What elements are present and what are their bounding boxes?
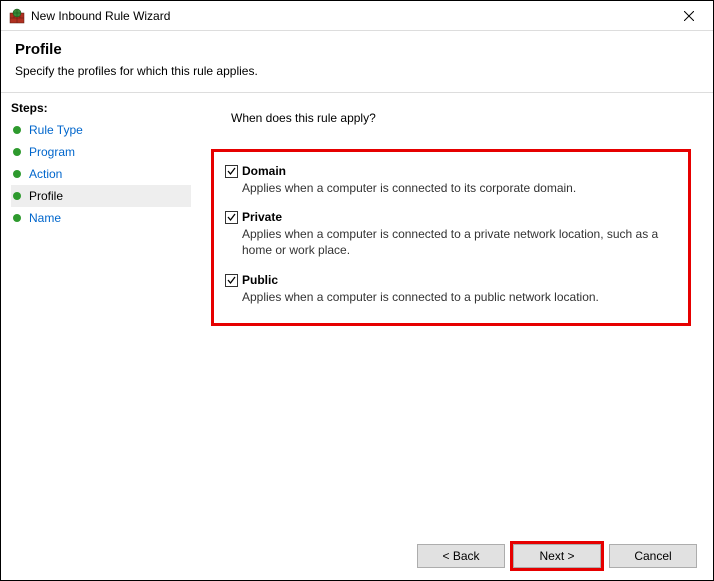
page-title: Profile — [15, 41, 699, 58]
checkbox-domain[interactable] — [225, 165, 238, 178]
step-label: Rule Type — [29, 123, 83, 137]
step-bullet-icon — [13, 126, 21, 134]
step-label: Action — [29, 167, 62, 181]
option-public: Public Applies when a computer is connec… — [220, 273, 674, 305]
cancel-button[interactable]: Cancel — [609, 544, 697, 568]
checkbox-public[interactable] — [225, 274, 238, 287]
option-desc: Applies when a computer is connected to … — [242, 226, 662, 258]
option-private: Private Applies when a computer is conne… — [220, 210, 674, 258]
wizard-header: Profile Specify the profiles for which t… — [1, 31, 713, 93]
step-profile[interactable]: Profile — [11, 185, 191, 207]
profile-options-highlight: Domain Applies when a computer is connec… — [211, 149, 691, 326]
step-label: Profile — [29, 189, 63, 203]
wizard-window: New Inbound Rule Wizard Profile Specify … — [0, 0, 714, 581]
step-label: Name — [29, 211, 61, 225]
window-title: New Inbound Rule Wizard — [31, 9, 669, 23]
close-button[interactable] — [669, 2, 709, 30]
wizard-body: Steps: Rule Type Program Action Profile … — [1, 93, 713, 532]
steps-sidebar: Steps: Rule Type Program Action Profile … — [1, 93, 191, 532]
step-program[interactable]: Program — [11, 141, 191, 163]
next-button[interactable]: Next > — [513, 544, 601, 568]
step-bullet-icon — [13, 148, 21, 156]
checkbox-private[interactable] — [225, 211, 238, 224]
titlebar: New Inbound Rule Wizard — [1, 1, 713, 31]
back-button[interactable]: < Back — [417, 544, 505, 568]
question-text: When does this rule apply? — [231, 111, 693, 125]
step-action[interactable]: Action — [11, 163, 191, 185]
step-label: Program — [29, 145, 75, 159]
firewall-icon — [9, 8, 25, 24]
option-title: Public — [242, 273, 599, 287]
step-bullet-icon — [13, 214, 21, 222]
option-desc: Applies when a computer is connected to … — [242, 180, 576, 196]
option-desc: Applies when a computer is connected to … — [242, 289, 599, 305]
page-subtitle: Specify the profiles for which this rule… — [15, 64, 699, 78]
step-bullet-icon — [13, 192, 21, 200]
step-rule-type[interactable]: Rule Type — [11, 119, 191, 141]
content-pane: When does this rule apply? Domain Applie… — [191, 93, 713, 532]
wizard-footer: < Back Next > Cancel — [1, 532, 713, 580]
steps-title: Steps: — [11, 101, 191, 115]
option-title: Private — [242, 210, 662, 224]
option-title: Domain — [242, 164, 576, 178]
option-domain: Domain Applies when a computer is connec… — [220, 164, 674, 196]
step-bullet-icon — [13, 170, 21, 178]
step-name[interactable]: Name — [11, 207, 191, 229]
